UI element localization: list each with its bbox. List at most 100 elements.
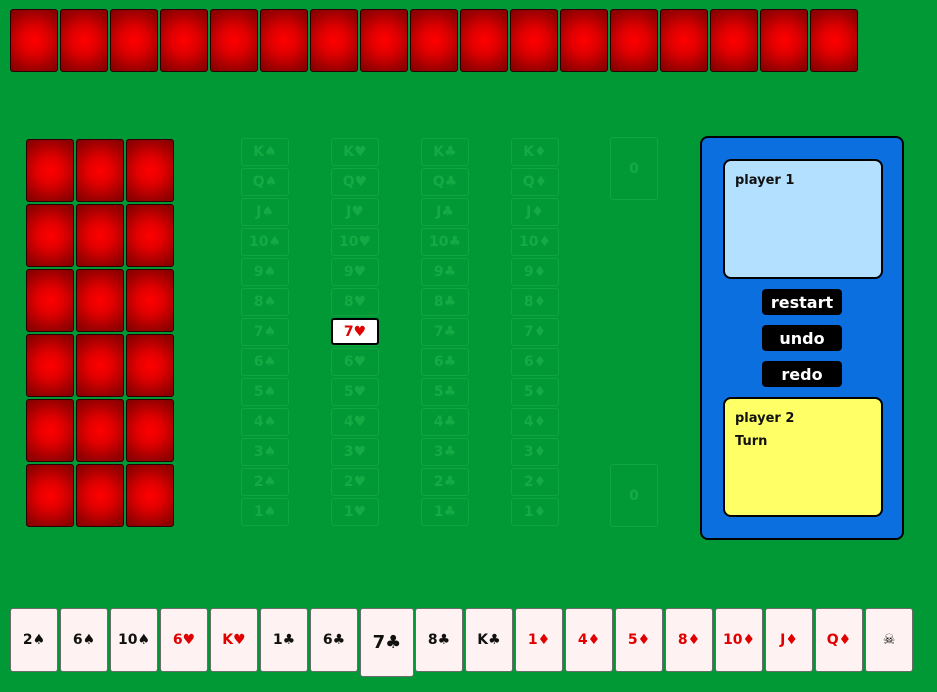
hand-card[interactable]: K♥ [210,608,258,672]
opponent-card-back [410,9,458,72]
opponent-card-back [810,9,858,72]
deck-card-back[interactable] [76,269,124,332]
foundation-slot: 9♦ [511,258,559,286]
foundation-slot: K♦ [511,138,559,166]
deck-card-back[interactable] [26,334,74,397]
foundation-slot: 9♥ [331,258,379,286]
deck-card-back[interactable] [26,464,74,527]
hand-card[interactable]: Q♦ [815,608,863,672]
foundation-slot: 1♠ [241,498,289,526]
opponent-card-back [10,9,58,72]
foundation-slot: Q♥ [331,168,379,196]
deck-card-back[interactable] [126,139,174,202]
opponent-card-back [710,9,758,72]
foundation-slot: 6♥ [331,348,379,376]
foundation-slot: Q♣ [421,168,469,196]
side-panel: player 1 restart undo redo player 2 Turn [700,136,904,540]
opponent-card-back [760,9,808,72]
undo-button[interactable]: undo [762,325,842,351]
foundation-slot: 5♥ [331,378,379,406]
foundation-slot: J♠ [241,198,289,226]
foundation-slot: 7♣ [421,318,469,346]
hand-card[interactable]: 1♣ [260,608,308,672]
hand-card[interactable]: J♦ [765,608,813,672]
played-card: 7♥ [331,318,379,345]
deck-card-back[interactable] [26,204,74,267]
opponent-card-back [460,9,508,72]
foundation-slot: 6♠ [241,348,289,376]
foundation-slot: 7♠ [241,318,289,346]
opponent-card-back [660,9,708,72]
opponent-card-back [310,9,358,72]
hand-card[interactable]: 5♦ [615,608,663,672]
player2-captured-count: 0 [610,464,658,527]
deck-card-back[interactable] [26,399,74,462]
foundation-slot: 5♠ [241,378,289,406]
deck-card-back[interactable] [126,204,174,267]
player2-status: Turn [735,434,768,449]
opponent-card-back [60,9,108,72]
deck-card-back[interactable] [76,139,124,202]
hand-card[interactable]: 6♥ [160,608,208,672]
player1-name: player 1 [735,173,795,188]
hand-card[interactable]: 10♦ [715,608,763,672]
foundation-slot: 4♣ [421,408,469,436]
foundation-slot: 4♠ [241,408,289,436]
opponent-card-back [510,9,558,72]
restart-button[interactable]: restart [762,289,842,315]
player1-captured-count: 0 [610,137,658,200]
opponent-card-back [260,9,308,72]
deck-card-back[interactable] [126,334,174,397]
foundation-slot: 8♠ [241,288,289,316]
deck-card-back[interactable] [126,399,174,462]
deck-card-back[interactable] [76,399,124,462]
foundation-slot: 9♠ [241,258,289,286]
foundation-slot: 10♣ [421,228,469,256]
foundation-slot: J♥ [331,198,379,226]
player2-box: player 2 Turn [723,397,883,517]
deck-card-back[interactable] [76,464,124,527]
redo-button[interactable]: redo [762,361,842,387]
player1-box: player 1 [723,159,883,279]
deck-card-back[interactable] [126,464,174,527]
foundation-slot: 7♦ [511,318,559,346]
hand-card[interactable]: 6♣ [310,608,358,672]
player2-name: player 2 [735,411,795,426]
foundation-slot: 10♦ [511,228,559,256]
foundation-slot: 2♠ [241,468,289,496]
hand-card[interactable]: 6♠ [60,608,108,672]
foundation-slot: 3♦ [511,438,559,466]
opponent-card-back [110,9,158,72]
hand-card[interactable]: 4♦ [565,608,613,672]
foundation-slot: J♦ [511,198,559,226]
foundation-slot: 4♥ [331,408,379,436]
hand-card[interactable]: 2♠ [10,608,58,672]
foundation-slot: 8♦ [511,288,559,316]
foundation-slot: 6♣ [421,348,469,376]
foundation-slot: 1♦ [511,498,559,526]
foundation-slot: K♠ [241,138,289,166]
foundation-slot: 5♦ [511,378,559,406]
foundation-slot: 8♥ [331,288,379,316]
opponent-card-back [360,9,408,72]
foundation-slot: 6♦ [511,348,559,376]
deck-card-back[interactable] [76,204,124,267]
opponent-card-back [210,9,258,72]
hand-card[interactable]: 1♦ [515,608,563,672]
foundation-slot: Q♠ [241,168,289,196]
hand-card[interactable]: 10♠ [110,608,158,672]
hand-card[interactable]: K♣ [465,608,513,672]
selected-hand-card[interactable]: 7♣ [360,608,414,677]
hand-card[interactable]: 8♦ [665,608,713,672]
foundation-slot: 5♣ [421,378,469,406]
deck-card-back[interactable] [76,334,124,397]
deck-card-back[interactable] [126,269,174,332]
hand-card[interactable]: 8♣ [415,608,463,672]
hand-card[interactable]: ☠ [865,608,913,672]
foundation-slot: Q♦ [511,168,559,196]
deck-card-back[interactable] [26,269,74,332]
foundation-slot: 10♠ [241,228,289,256]
deck-card-back[interactable] [26,139,74,202]
foundation-slot: 9♣ [421,258,469,286]
opponent-card-back [160,9,208,72]
